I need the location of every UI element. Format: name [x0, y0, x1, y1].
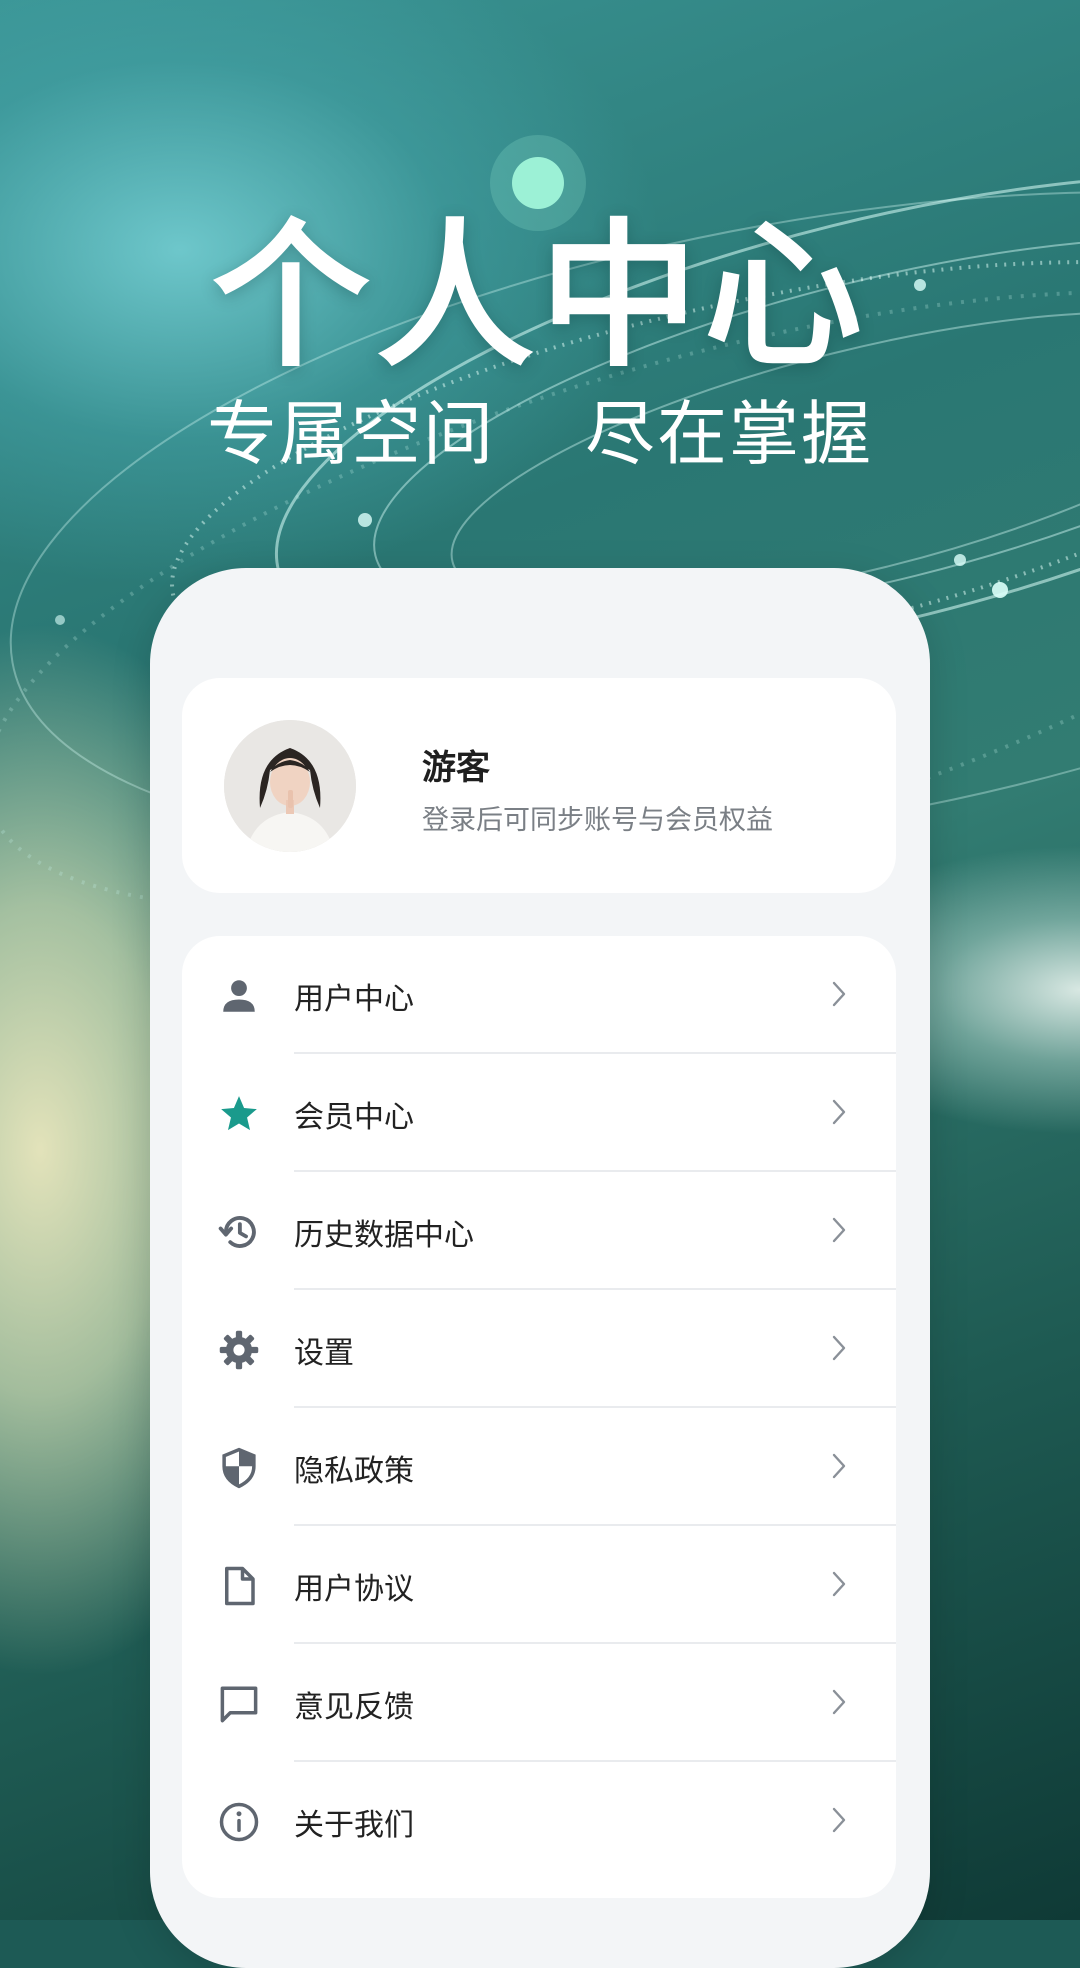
hero-subtitle-right: 尽在掌握	[585, 393, 873, 475]
person-icon	[223, 980, 255, 1012]
document-icon	[225, 1566, 255, 1606]
menu-item-label: 设置	[294, 1336, 354, 1371]
info-icon	[219, 1802, 259, 1842]
chevron-right-icon	[832, 1335, 846, 1361]
menu-item-about-us[interactable]: 关于我们	[182, 1762, 896, 1880]
shield-icon	[222, 1447, 256, 1489]
chevron-right-icon	[832, 1571, 846, 1597]
menu-item-privacy-policy[interactable]: 隐私政策	[182, 1408, 896, 1526]
hero-subtitle: 专属空间 尽在掌握	[0, 378, 1080, 479]
menu-item-label: 用户协议	[294, 1572, 414, 1607]
profile-card[interactable]: 游客 登录后可同步账号与会员权益	[182, 678, 896, 893]
menu-list: 用户中心 会员中心 历史数据中心 设置 隐私政策 用户协议 意见反馈 关于我们	[182, 936, 896, 1898]
menu-item-label: 会员中心	[294, 1100, 414, 1135]
avatar-image	[224, 720, 356, 852]
chevron-right-icon	[832, 1807, 846, 1833]
menu-item-label: 用户中心	[294, 982, 414, 1017]
history-icon	[218, 1216, 256, 1248]
chevron-right-icon	[832, 1453, 846, 1479]
chevron-right-icon	[832, 1689, 846, 1715]
chevron-right-icon	[832, 1099, 846, 1125]
menu-item-settings[interactable]: 设置	[182, 1290, 896, 1408]
menu-item-label: 关于我们	[294, 1808, 414, 1843]
chevron-right-icon	[832, 981, 846, 1007]
menu-item-label: 历史数据中心	[294, 1218, 474, 1253]
menu-item-label: 意见反馈	[294, 1690, 414, 1725]
menu-item-user-agreement[interactable]: 用户协议	[182, 1526, 896, 1644]
login-hint: 登录后可同步账号与会员权益	[422, 805, 773, 836]
star-icon	[221, 1096, 257, 1131]
chat-icon	[220, 1686, 258, 1723]
hero-subtitle-left: 专属空间	[207, 393, 495, 475]
menu-item-member-center[interactable]: 会员中心	[182, 1054, 896, 1172]
menu-item-user-center[interactable]: 用户中心	[182, 936, 896, 1054]
menu-item-history[interactable]: 历史数据中心	[182, 1172, 896, 1290]
menu-item-label: 隐私政策	[294, 1454, 414, 1489]
avatar[interactable]	[224, 720, 356, 852]
user-name: 游客	[422, 748, 490, 788]
gear-icon	[219, 1330, 259, 1370]
menu-item-feedback[interactable]: 意见反馈	[182, 1644, 896, 1762]
chevron-right-icon	[832, 1217, 846, 1243]
phone-panel: 游客 登录后可同步账号与会员权益 用户中心 会员中心 历史数据中心 设置 隐私政…	[150, 568, 930, 1968]
hero-title: 个人中心	[212, 205, 868, 389]
